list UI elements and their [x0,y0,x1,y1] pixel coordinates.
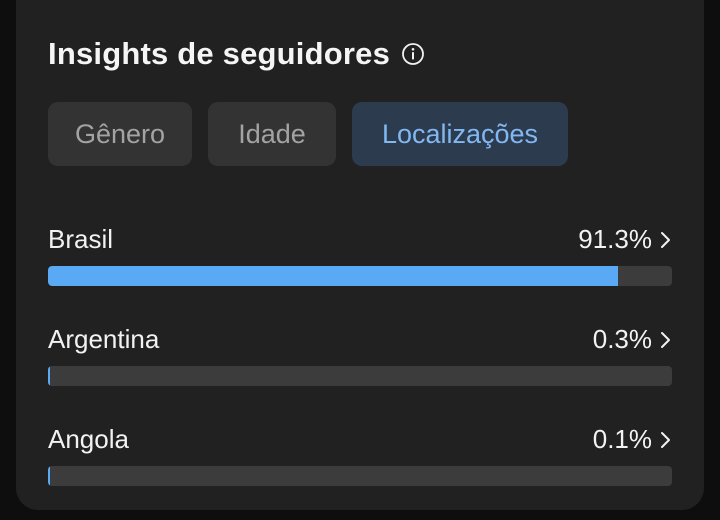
location-item-argentina[interactable]: Argentina 0.3% [48,320,672,420]
tab-gender[interactable]: Gênero [48,102,192,166]
location-percent: 0.3% [592,324,652,354]
location-percent: 91.3% [578,224,652,254]
location-item-angola[interactable]: Angola 0.1% [48,420,672,520]
location-name: Angola [48,424,129,454]
insights-tabs: Gênero Idade Localizações [48,102,568,166]
location-name: Argentina [48,324,160,354]
chevron-right-icon [660,330,672,350]
info-icon[interactable] [400,41,426,67]
progress-fill [48,266,618,286]
location-value-group: 0.3% [593,324,672,355]
progress-track [48,266,672,286]
tab-age[interactable]: Idade [208,102,336,166]
location-value-group: 91.3% [578,224,672,255]
card-title: Insights de seguidores [48,36,391,71]
tab-locations[interactable]: Localizações [352,102,568,166]
location-value-group: 0.1% [593,424,672,455]
location-item-brasil[interactable]: Brasil 91.3% [48,220,672,320]
progress-fill [48,366,51,386]
location-percent: 0.1% [592,424,652,454]
chevron-right-icon [660,230,672,250]
chevron-right-icon [660,430,672,450]
progress-track [48,466,672,486]
card-header: Insights de seguidores [48,36,426,72]
progress-fill [48,466,51,486]
progress-track [48,366,672,386]
location-name: Brasil [48,224,114,254]
locations-list: Brasil 91.3% Argentina 0.3% Angola 0.1% [48,220,672,520]
